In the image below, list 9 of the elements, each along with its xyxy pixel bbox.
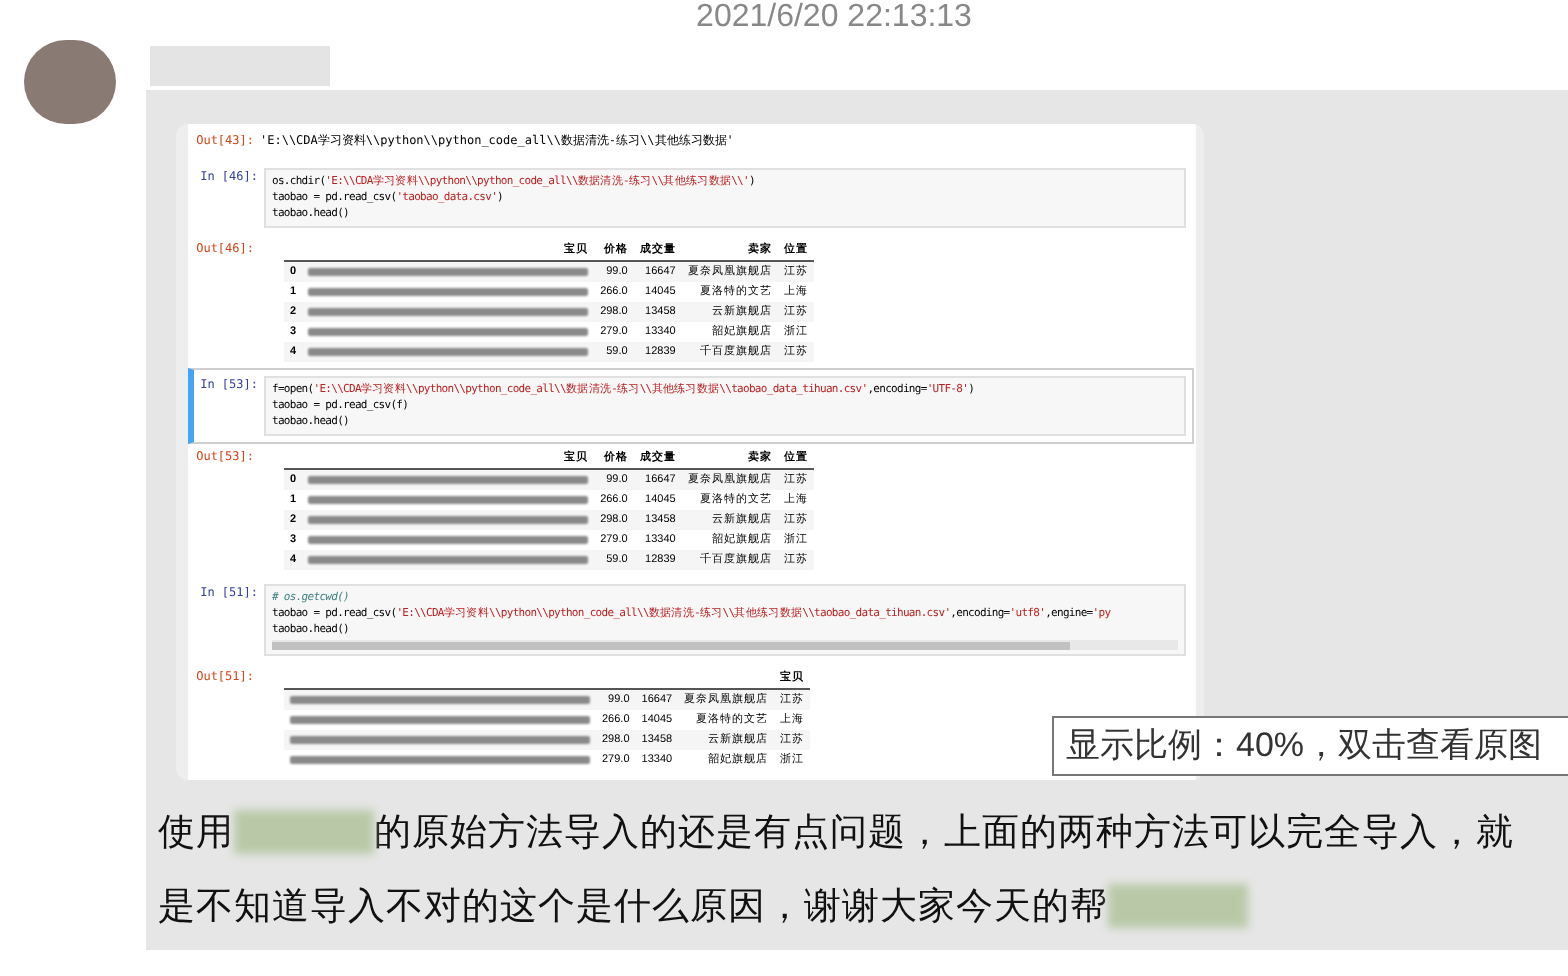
horizontal-scrollbar[interactable] bbox=[272, 640, 1178, 650]
message-text: 的原始方法导入的还是有点问题，上面的两种方法可以完全导入，就 bbox=[374, 807, 1514, 856]
blurred-text-drawing bbox=[1108, 883, 1248, 927]
avatar-placeholder bbox=[24, 40, 116, 124]
zoom-tooltip: 显示比例：40%，双击查看原图 bbox=[1052, 716, 1568, 776]
blurred-text-drawing bbox=[234, 809, 374, 853]
message-timestamp: 2021/6/20 22:13:13 bbox=[696, 2, 972, 34]
message-text: 是不知道导入不对的这个是什么原因，谢谢大家今天的帮 bbox=[158, 881, 1108, 930]
message-text: 使用 bbox=[158, 807, 234, 856]
